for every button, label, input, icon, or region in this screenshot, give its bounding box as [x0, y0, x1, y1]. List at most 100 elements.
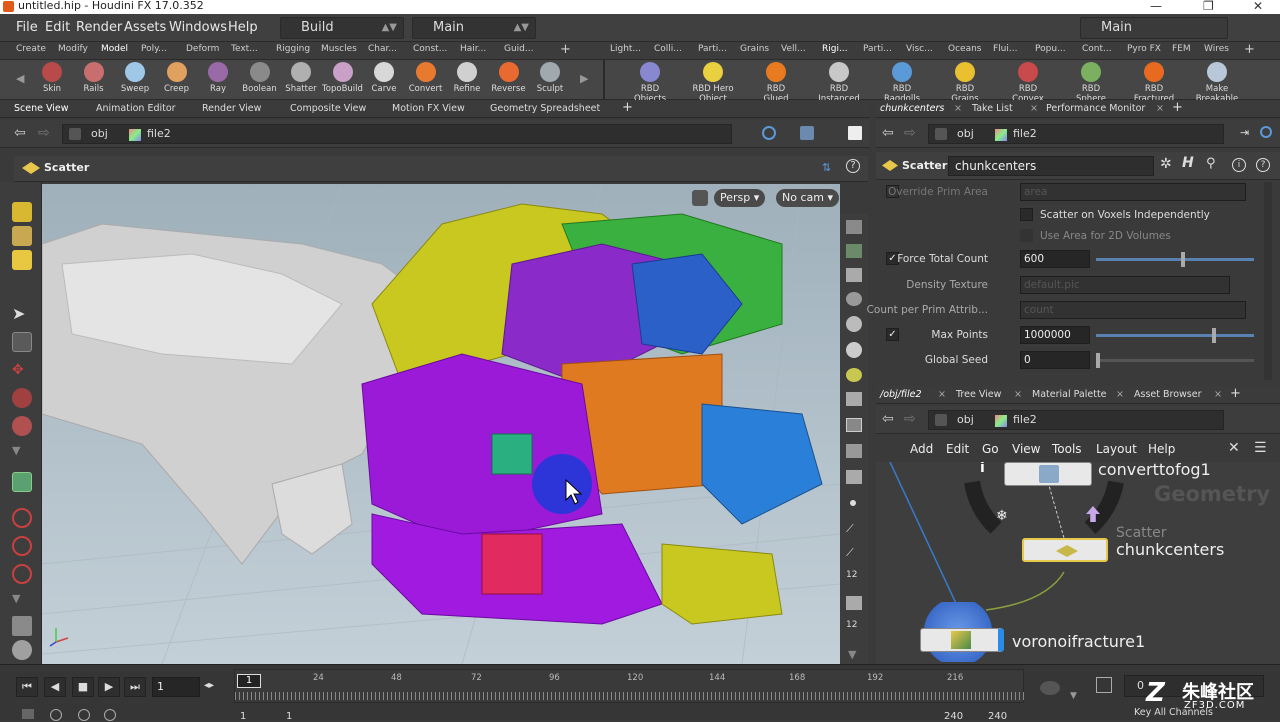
more-display-icon[interactable]: ▼ — [848, 648, 856, 661]
shelf-scroll-right-icon[interactable]: ▶ — [580, 72, 588, 85]
shelf-tab[interactable]: Flui... — [993, 44, 1017, 54]
shelf-tool-rbd-grains[interactable]: RBD Grains — [943, 62, 987, 104]
shelf-tab[interactable]: Muscles — [321, 44, 357, 54]
menu-assets[interactable]: Assets — [124, 20, 166, 35]
normals-icon[interactable]: ⟋ — [846, 522, 854, 536]
persp-menu[interactable]: Persp ▾ — [714, 189, 766, 207]
slider-knob[interactable] — [1180, 252, 1185, 267]
smooth-shaded-icon[interactable] — [846, 342, 862, 358]
parm-field[interactable]: 1000000 — [1020, 326, 1090, 344]
net-menu-tools[interactable]: Tools — [1052, 442, 1082, 456]
shelf-tool-convert[interactable]: Convert — [404, 62, 448, 94]
shelf-tool-sculpt[interactable]: Sculpt — [528, 62, 572, 94]
shelf-tool-topobuild[interactable]: TopoBuild — [321, 62, 365, 94]
path-file[interactable]: file2 — [1013, 125, 1037, 143]
forward-arrow-icon[interactable]: ⇨ — [904, 411, 916, 427]
checkbox[interactable] — [1020, 229, 1033, 242]
path-obj[interactable]: obj — [91, 125, 108, 143]
close-tab-icon[interactable]: × — [938, 389, 946, 400]
range-start[interactable]: 240 — [944, 711, 963, 722]
rotate-icon[interactable] — [12, 388, 32, 408]
camera-icon[interactable] — [846, 392, 862, 406]
path-file[interactable]: file2 — [1013, 411, 1037, 429]
slider-knob[interactable] — [1096, 353, 1100, 368]
pin-icon[interactable] — [762, 126, 776, 140]
help-icon[interactable]: ? — [1256, 158, 1270, 172]
display-icon[interactable] — [846, 220, 862, 234]
play-icon[interactable]: ▶ — [98, 677, 120, 697]
menu-edit[interactable]: Edit — [45, 20, 70, 35]
magnet-grid-icon[interactable] — [12, 536, 32, 556]
parm-field[interactable]: default.pic — [1020, 276, 1230, 294]
path-field[interactable]: obj file2 — [928, 410, 1224, 430]
info-icon[interactable]: i — [1232, 158, 1246, 172]
jump-end-icon[interactable]: ⏭ — [124, 677, 146, 697]
checkbox-checked[interactable]: ✓ — [886, 328, 899, 341]
close-tab-icon[interactable]: × — [1214, 389, 1222, 400]
audio-icon[interactable] — [50, 709, 62, 721]
network-editor[interactable]: Geometry i ❄ converttofog1 Scatter chunk… — [876, 462, 1280, 664]
shelf-tool-boolean[interactable]: Boolean — [238, 62, 282, 94]
timeline-ruler[interactable]: 1 24 48 72 96 120 144 168 192 216 — [234, 669, 1025, 703]
loop-icon[interactable] — [78, 709, 90, 721]
tab-take-list[interactable]: Take List — [972, 103, 1013, 114]
shelf-tool-rbd-objects[interactable]: RBD Objects — [628, 62, 672, 104]
parm-field[interactable]: count — [1020, 301, 1246, 319]
tools-icon[interactable]: ✕ — [1228, 440, 1240, 456]
tab-render-view[interactable]: Render View — [202, 103, 261, 114]
path-field[interactable]: obj file2 — [62, 124, 732, 144]
maximize-button[interactable]: ❐ — [1203, 0, 1214, 12]
node-chunkcenters[interactable] — [1022, 538, 1108, 562]
tab-parameters[interactable]: chunkcenters — [880, 103, 944, 114]
guide-icon[interactable] — [846, 444, 862, 458]
lock-camera-icon[interactable] — [692, 190, 708, 206]
jump-start-icon[interactable]: ⏮ — [16, 677, 38, 697]
forward-arrow-icon[interactable]: ⇨ — [904, 125, 916, 141]
right-shelf-set-dropdown[interactable]: Main — [1080, 17, 1228, 39]
add-tab-icon[interactable]: + — [1172, 100, 1183, 115]
shelf-tab[interactable]: Light... — [610, 44, 641, 54]
wireframe-icon[interactable] — [846, 316, 862, 332]
start-frame[interactable]: 1 — [240, 711, 246, 722]
net-menu-view[interactable]: View — [1012, 442, 1040, 456]
prim-numbers-icon[interactable]: 12 — [846, 620, 857, 630]
shelf-tab[interactable]: Deform — [186, 44, 219, 54]
checkbox[interactable] — [1020, 208, 1033, 221]
shelf-tab[interactable]: Cont... — [1082, 44, 1112, 54]
close-tab-icon[interactable]: × — [1116, 389, 1124, 400]
add-tab-icon[interactable]: + — [1230, 386, 1241, 401]
net-menu-layout[interactable]: Layout — [1096, 442, 1137, 456]
shelf-set-dropdown[interactable]: Main ▲▼ — [412, 17, 536, 39]
slider-knob[interactable] — [1211, 328, 1216, 343]
key-icon[interactable] — [1040, 681, 1060, 695]
add-tab-icon[interactable]: + — [622, 100, 633, 115]
close-tab-icon[interactable]: × — [1014, 389, 1022, 400]
shelf-tool-rails[interactable]: Rails — [72, 62, 116, 94]
tab-performance-monitor[interactable]: Performance Monitor — [1046, 103, 1145, 114]
shelf-tab[interactable]: Parti... — [698, 44, 727, 54]
link-icon[interactable] — [1260, 126, 1272, 138]
lock-icon[interactable] — [12, 332, 32, 352]
step-frame-icon[interactable]: ◂▸ — [204, 680, 214, 691]
chevron-down-icon[interactable]: ▼ — [1070, 691, 1077, 701]
shelf-tab[interactable]: Wires — [1204, 44, 1229, 54]
more-tools-icon[interactable]: ▼ — [12, 444, 32, 464]
ghost-icon[interactable] — [846, 244, 862, 258]
prim-icon[interactable] — [846, 596, 862, 610]
point-display-icon[interactable] — [850, 500, 856, 506]
more-snap-icon[interactable]: ▼ — [12, 592, 32, 612]
node-name-field[interactable]: chunkcenters — [948, 156, 1154, 176]
current-frame-field[interactable]: 1 — [152, 677, 200, 697]
parm-slider[interactable] — [1096, 353, 1254, 368]
shelf-tool-make-breakable[interactable]: Make Breakable — [1195, 62, 1239, 104]
tab-composite-view[interactable]: Composite View — [290, 103, 366, 114]
shelf-tab[interactable]: Text... — [231, 44, 258, 54]
snap-icon[interactable] — [12, 472, 32, 492]
back-arrow-icon[interactable]: ⇦ — [882, 125, 894, 141]
tab-network[interactable]: /obj/file2 — [880, 389, 922, 400]
tab-material-palette[interactable]: Material Palette — [1032, 389, 1107, 400]
menu-windows[interactable]: Windows — [169, 20, 227, 35]
shelf-tab[interactable]: Parti... — [863, 44, 892, 54]
shelf-tab[interactable]: Oceans — [948, 44, 981, 54]
close-button[interactable]: ✕ — [1253, 0, 1263, 12]
